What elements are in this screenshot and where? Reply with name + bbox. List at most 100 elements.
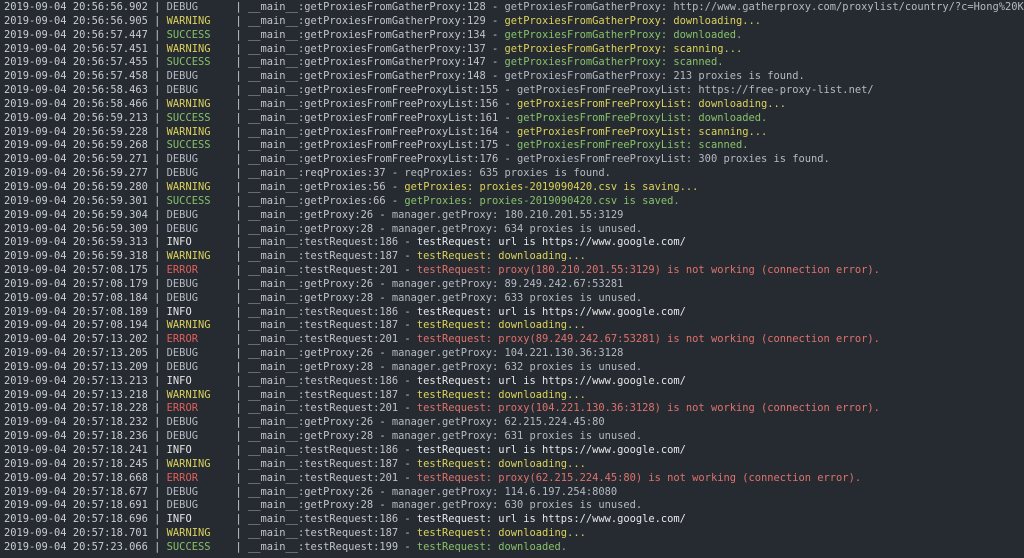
- log-line: 2019-09-04 20:57:18.245 | WARNING | __mai…: [0, 458, 1024, 472]
- log-line: 2019-09-04 20:56:58.466 | WARNING | __mai…: [0, 98, 1024, 112]
- log-message: testRequest: proxy(62.215.224.45:80) is …: [416, 471, 862, 484]
- log-level: INFO: [166, 374, 192, 387]
- source-message-separator: -: [485, 56, 505, 69]
- column-separator: |: [147, 153, 167, 166]
- column-separator: |: [235, 97, 248, 110]
- log-timestamp: 2019-09-04 20:57:18.241: [4, 444, 148, 456]
- log-timestamp: 2019-09-04 20:56:56.905: [4, 14, 148, 27]
- log-timestamp: 2019-09-04 20:57:13.209: [4, 360, 148, 373]
- log-source: __main__:getProxies:56: [248, 180, 386, 193]
- log-line: 2019-09-04 20:56:59.309 | DEBUG | __main_…: [0, 223, 1024, 237]
- log-timestamp: 2019-09-04 20:56:59.318: [4, 250, 148, 263]
- log-message: manager.getProxy: 632 proxies is unused.: [391, 360, 643, 373]
- log-message: getProxiesFromGatherProxy: scanning...: [504, 42, 743, 55]
- terminal-log-output[interactable]: 2019-09-04 20:56:56.902 | DEBUG | __main_…: [0, 0, 1024, 558]
- log-line: 2019-09-04 20:57:13.209 | DEBUG | __main_…: [0, 361, 1024, 375]
- source-message-separator: -: [485, 28, 505, 41]
- log-message: getProxiesFromGatherProxy: downloaded.: [504, 28, 743, 41]
- column-separator: |: [235, 540, 248, 553]
- column-separator: |: [147, 319, 167, 332]
- log-source: __main__:testRequest:201: [248, 333, 399, 346]
- log-message: manager.getProxy: 634 proxies is unused.: [391, 222, 643, 235]
- log-timestamp: 2019-09-04 20:57:08.175: [4, 264, 148, 277]
- log-message: testRequest: downloading...: [416, 319, 586, 332]
- log-timestamp: 2019-09-04 20:56:57.455: [4, 56, 148, 69]
- log-line: 2019-09-04 20:57:13.218 | WARNING | __mai…: [0, 389, 1024, 403]
- log-message: getProxiesFromFreeProxyList: 300 proxies…: [517, 153, 830, 166]
- column-separator: |: [235, 471, 248, 484]
- column-separator: |: [235, 485, 248, 498]
- column-separator: |: [147, 208, 167, 221]
- log-message: manager.getProxy: 89.249.242.67:53281: [391, 277, 624, 290]
- column-separator: |: [235, 180, 248, 193]
- log-timestamp: 2019-09-04 20:57:08.189: [4, 305, 148, 318]
- column-separator: |: [235, 402, 248, 415]
- log-source: __main__:getProxy:26: [248, 416, 374, 429]
- log-source: __main__:testRequest:186: [248, 513, 399, 526]
- column-separator: |: [235, 42, 248, 55]
- log-timestamp: 2019-09-04 20:56:59.271: [4, 153, 148, 166]
- log-timestamp: 2019-09-04 20:56:59.304: [4, 208, 148, 221]
- column-separator: |: [147, 250, 167, 263]
- log-message: testRequest: url is https://www.google.c…: [416, 236, 686, 249]
- source-message-separator: -: [373, 222, 392, 235]
- log-level: DEBUG: [166, 222, 198, 235]
- log-source: __main__:getProxiesFromGatherProxy:137: [248, 42, 486, 55]
- log-source: __main__:testRequest:186: [248, 374, 399, 387]
- log-level: WARNING: [166, 457, 211, 470]
- log-level: SUCCESS: [166, 111, 211, 124]
- column-separator: |: [147, 180, 167, 193]
- log-source: __main__:getProxy:26: [248, 277, 374, 290]
- log-level: INFO: [166, 513, 192, 526]
- source-message-separator: -: [398, 513, 417, 526]
- source-message-separator: -: [398, 319, 417, 332]
- source-message-separator: -: [398, 527, 417, 540]
- source-message-separator: -: [498, 139, 518, 152]
- log-line: 2019-09-04 20:57:23.066 | SUCCESS | __mai…: [0, 541, 1024, 555]
- log-timestamp: 2019-09-04 20:57:13.205: [4, 347, 148, 360]
- log-level: DEBUG: [166, 360, 198, 373]
- column-separator: |: [147, 499, 167, 512]
- log-level: SUCCESS: [166, 194, 211, 207]
- log-source: __main__:testRequest:187: [248, 250, 399, 263]
- column-separator: |: [235, 499, 248, 512]
- log-message: testRequest: proxy(89.249.242.67:53281) …: [416, 333, 880, 346]
- log-message: getProxiesFromGatherProxy: downloading..…: [504, 14, 761, 27]
- column-separator: |: [235, 333, 248, 346]
- column-separator: |: [147, 333, 167, 346]
- log-source: __main__:getProxiesFromGatherProxy:147: [248, 56, 486, 69]
- log-level: ERROR: [166, 333, 198, 346]
- log-line: 2019-09-04 20:57:13.213 | INFO | __main__…: [0, 375, 1024, 389]
- log-message: testRequest: downloading...: [416, 388, 586, 401]
- log-source: __main__:testRequest:187: [248, 319, 399, 332]
- column-separator: |: [235, 194, 248, 207]
- log-message: getProxies: proxies-2019090420.csv is sa…: [404, 180, 699, 193]
- log-source: __main__:getProxies:66: [248, 194, 386, 207]
- log-message: testRequest: url is https://www.google.c…: [416, 444, 686, 456]
- log-level: DEBUG: [166, 84, 198, 97]
- source-message-separator: -: [498, 125, 518, 138]
- log-timestamp: 2019-09-04 20:56:57.447: [4, 28, 148, 41]
- column-separator: |: [147, 305, 167, 318]
- log-level: DEBUG: [166, 1, 198, 13]
- source-message-separator: -: [385, 180, 405, 193]
- source-message-separator: -: [498, 153, 518, 166]
- column-separator: |: [235, 291, 248, 304]
- column-separator: |: [235, 84, 248, 97]
- source-message-separator: -: [485, 42, 505, 55]
- log-level: SUCCESS: [166, 139, 211, 152]
- log-timestamp: 2019-09-04 20:57:08.184: [4, 291, 148, 304]
- log-message: reqProxies: 635 proxies is found.: [404, 167, 611, 180]
- log-message: getProxiesFromFreeProxyList: downloaded.: [517, 111, 768, 124]
- source-message-separator: -: [398, 471, 417, 484]
- log-message: getProxiesFromFreeProxyList: scanned.: [517, 139, 749, 152]
- source-message-separator: -: [485, 14, 505, 27]
- log-level: INFO: [166, 444, 192, 456]
- log-message: getProxiesFromGatherProxy: scanned.: [504, 56, 724, 69]
- log-source: __main__:getProxiesFromFreeProxyList:175: [248, 139, 499, 152]
- log-line: 2019-09-04 20:56:59.280 | WARNING | __mai…: [0, 181, 1024, 195]
- log-line: 2019-09-04 20:56:56.905 | WARNING | __mai…: [0, 15, 1024, 29]
- column-separator: |: [147, 84, 167, 97]
- log-timestamp: 2019-09-04 20:56:58.463: [4, 84, 148, 97]
- log-timestamp: 2019-09-04 20:57:18.677: [4, 485, 148, 498]
